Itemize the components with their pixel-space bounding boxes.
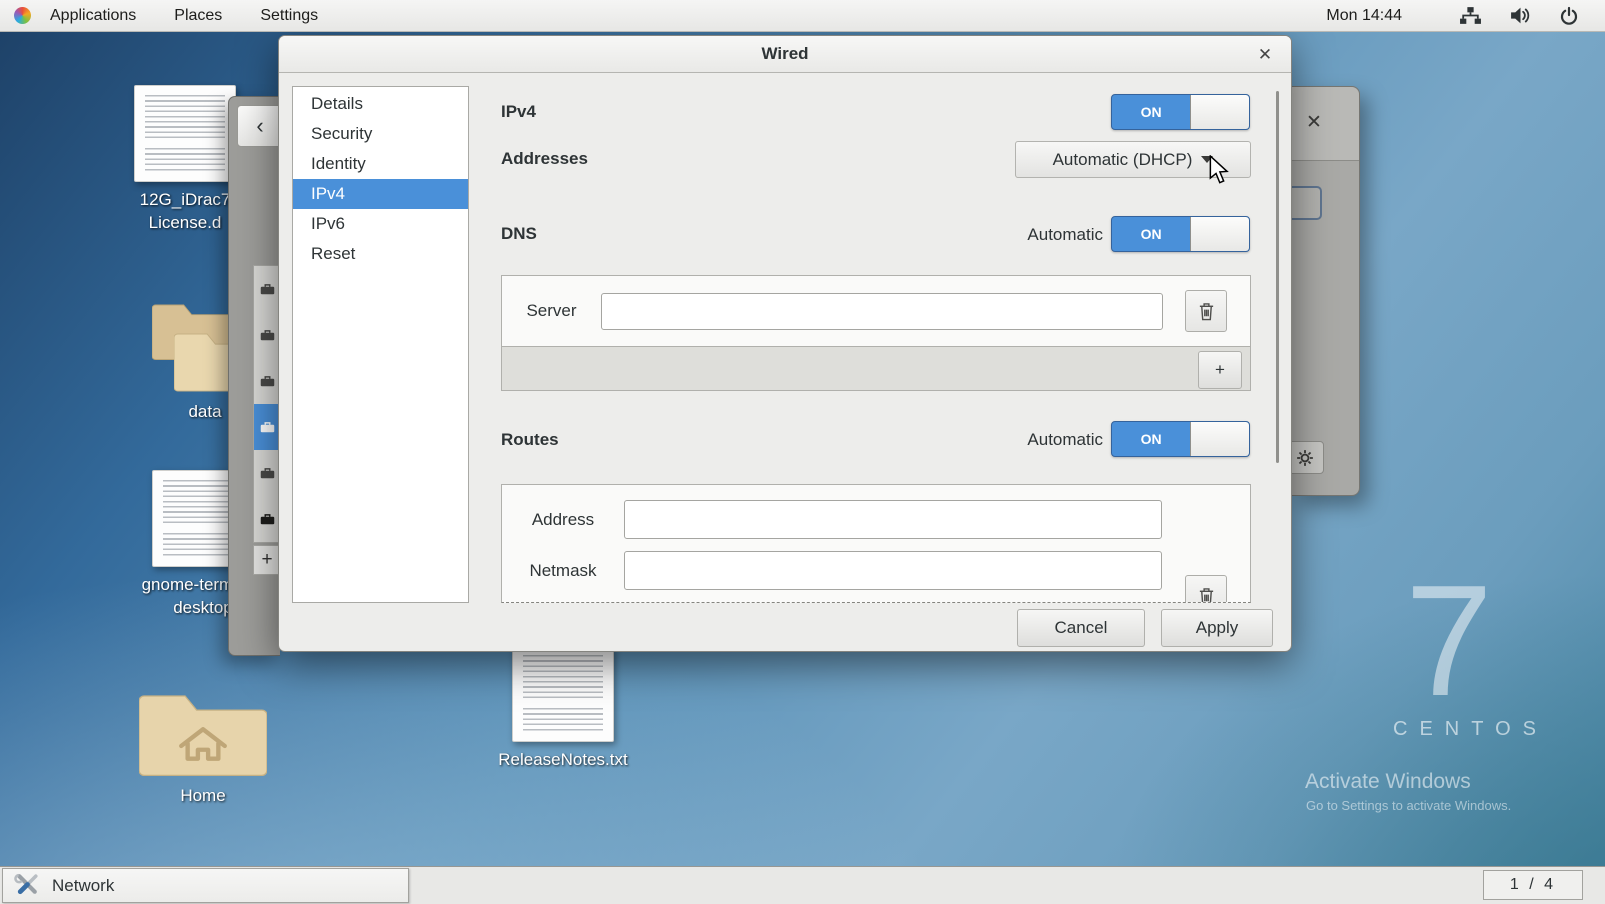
dialog-titlebar[interactable]: Wired ✕ (279, 36, 1291, 73)
sidebar-item-ipv4[interactable]: IPv4 (293, 179, 468, 209)
addresses-label: Addresses (501, 149, 588, 169)
connection-row[interactable] (254, 496, 281, 542)
centos-7-watermark: 7 (1405, 562, 1493, 720)
trash-icon (1197, 301, 1216, 322)
server-label: Server (502, 301, 601, 321)
close-icon[interactable]: ✕ (1253, 43, 1277, 67)
activate-windows-subtext: Go to Settings to activate Windows. (1306, 798, 1511, 813)
wired-dialog: Wired ✕ Details Security Identity IPv4 I… (278, 35, 1292, 652)
dns-section-label: DNS (501, 224, 537, 244)
ipv4-section-label: IPv4 (501, 102, 536, 122)
apply-button[interactable]: Apply (1161, 609, 1273, 647)
background-close-icon[interactable]: ✕ (1306, 111, 1322, 134)
desktop-icon-label: Home (180, 784, 225, 807)
cancel-button[interactable]: Cancel (1017, 609, 1145, 647)
desktop-icon-label: data (188, 400, 221, 423)
toggle-knob (1190, 217, 1249, 251)
route-address-row: Address (502, 494, 1250, 545)
back-button[interactable]: ‹ (237, 105, 283, 147)
dialog-scrollbar[interactable] (1276, 91, 1279, 463)
dns-server-group: Server + (501, 275, 1251, 391)
activate-windows-watermark: Activate Windows (1305, 770, 1471, 794)
home-folder-icon (139, 678, 267, 778)
connection-row[interactable] (254, 450, 281, 496)
dns-automatic-label: Automatic (1027, 225, 1103, 245)
sidebar-item-reset[interactable]: Reset (293, 239, 468, 269)
clock[interactable]: Mon 14:44 (1326, 7, 1402, 25)
connection-row[interactable] (254, 266, 281, 312)
dialog-sidebar: Details Security Identity IPv4 IPv6 Rese… (292, 86, 469, 603)
menu-places[interactable]: Places (155, 0, 241, 31)
routes-remove-button[interactable] (1185, 575, 1227, 603)
desktop-screen: 7 CENTOS Activate Windows Go to Settings… (0, 0, 1605, 904)
document-icon (134, 85, 236, 182)
routes-group: Address Netmask Gateway (501, 484, 1251, 603)
toggle-knob (1190, 422, 1249, 456)
route-gateway-row: Gateway (502, 596, 1250, 603)
connection-row-selected[interactable] (254, 404, 281, 450)
routes-automatic-label: Automatic (1027, 430, 1103, 450)
desktop-icon-label: ReleaseNotes.txt (498, 748, 627, 771)
dns-server-row: Server (502, 276, 1250, 346)
connection-list[interactable] (253, 265, 281, 543)
profile-icon (260, 467, 275, 479)
workspace-pager[interactable]: 1 / 4 (1483, 870, 1583, 900)
tools-icon (14, 872, 41, 899)
desktop-icon-releasenotes[interactable]: ReleaseNotes.txt (477, 645, 649, 771)
profile-icon (260, 421, 275, 433)
netmask-label: Netmask (502, 561, 624, 581)
route-netmask-row: Netmask (502, 545, 1250, 596)
route-gateway-input[interactable] (624, 602, 1162, 603)
menu-settings[interactable]: Settings (241, 0, 337, 31)
desktop-icon-home[interactable]: Home (118, 678, 288, 807)
dialog-title: Wired (761, 44, 808, 64)
applications-logo-icon (14, 7, 31, 24)
dns-remove-server-button[interactable] (1185, 290, 1227, 332)
route-address-input[interactable] (624, 500, 1162, 539)
dropdown-value: Automatic (DHCP) (1053, 150, 1193, 170)
document-icon (512, 645, 614, 742)
dns-server-input[interactable] (601, 293, 1163, 330)
centos-brand-watermark: CENTOS (1393, 718, 1548, 741)
dns-add-server-button[interactable]: + (1198, 351, 1242, 389)
top-menubar: Applications Places Settings Mon 14:44 (0, 0, 1605, 32)
connection-row[interactable] (254, 312, 281, 358)
dns-automatic-toggle[interactable]: ON (1111, 216, 1250, 252)
menubar-status-area: Mon 14:44 (1326, 6, 1605, 26)
sidebar-item-security[interactable]: Security (293, 119, 468, 149)
sidebar-item-ipv6[interactable]: IPv6 (293, 209, 468, 239)
ipv4-toggle[interactable]: ON (1111, 94, 1250, 130)
network-icon[interactable] (1459, 6, 1482, 25)
background-network-window-right: ✕ (1292, 86, 1360, 496)
profile-icon (260, 375, 275, 387)
toggle-on-label: ON (1112, 422, 1190, 456)
profile-icon (260, 513, 275, 525)
background-window-titlebar (1292, 87, 1359, 161)
sidebar-item-identity[interactable]: Identity (293, 149, 468, 179)
connection-row[interactable] (254, 358, 281, 404)
route-netmask-input[interactable] (624, 551, 1162, 590)
profile-icon (260, 283, 275, 295)
sidebar-item-details[interactable]: Details (293, 89, 468, 119)
mouse-cursor (1208, 155, 1232, 190)
background-network-window-left: ‹ + (228, 96, 280, 656)
desktop-icon-label: 12G_iDrac7License.d (140, 188, 231, 234)
menu-applications[interactable]: Applications (31, 0, 155, 31)
volume-icon[interactable] (1509, 6, 1532, 25)
dns-toolbar-strip: + (502, 346, 1250, 390)
add-connection-button[interactable]: + (253, 545, 281, 575)
routes-section-label: Routes (501, 430, 559, 450)
toggle-on-label: ON (1112, 95, 1190, 129)
trash-icon (1197, 586, 1216, 604)
bottom-taskbar: Network 1 / 4 (0, 866, 1605, 904)
address-label: Address (502, 510, 624, 530)
profile-icon (260, 329, 275, 341)
toggle-knob (1190, 95, 1249, 129)
taskbar-window-button[interactable]: Network (2, 868, 409, 903)
taskbar-window-label: Network (52, 876, 114, 896)
toggle-on-label: ON (1112, 217, 1190, 251)
power-icon[interactable] (1559, 6, 1579, 26)
gear-icon (1296, 449, 1314, 467)
routes-automatic-toggle[interactable]: ON (1111, 421, 1250, 457)
